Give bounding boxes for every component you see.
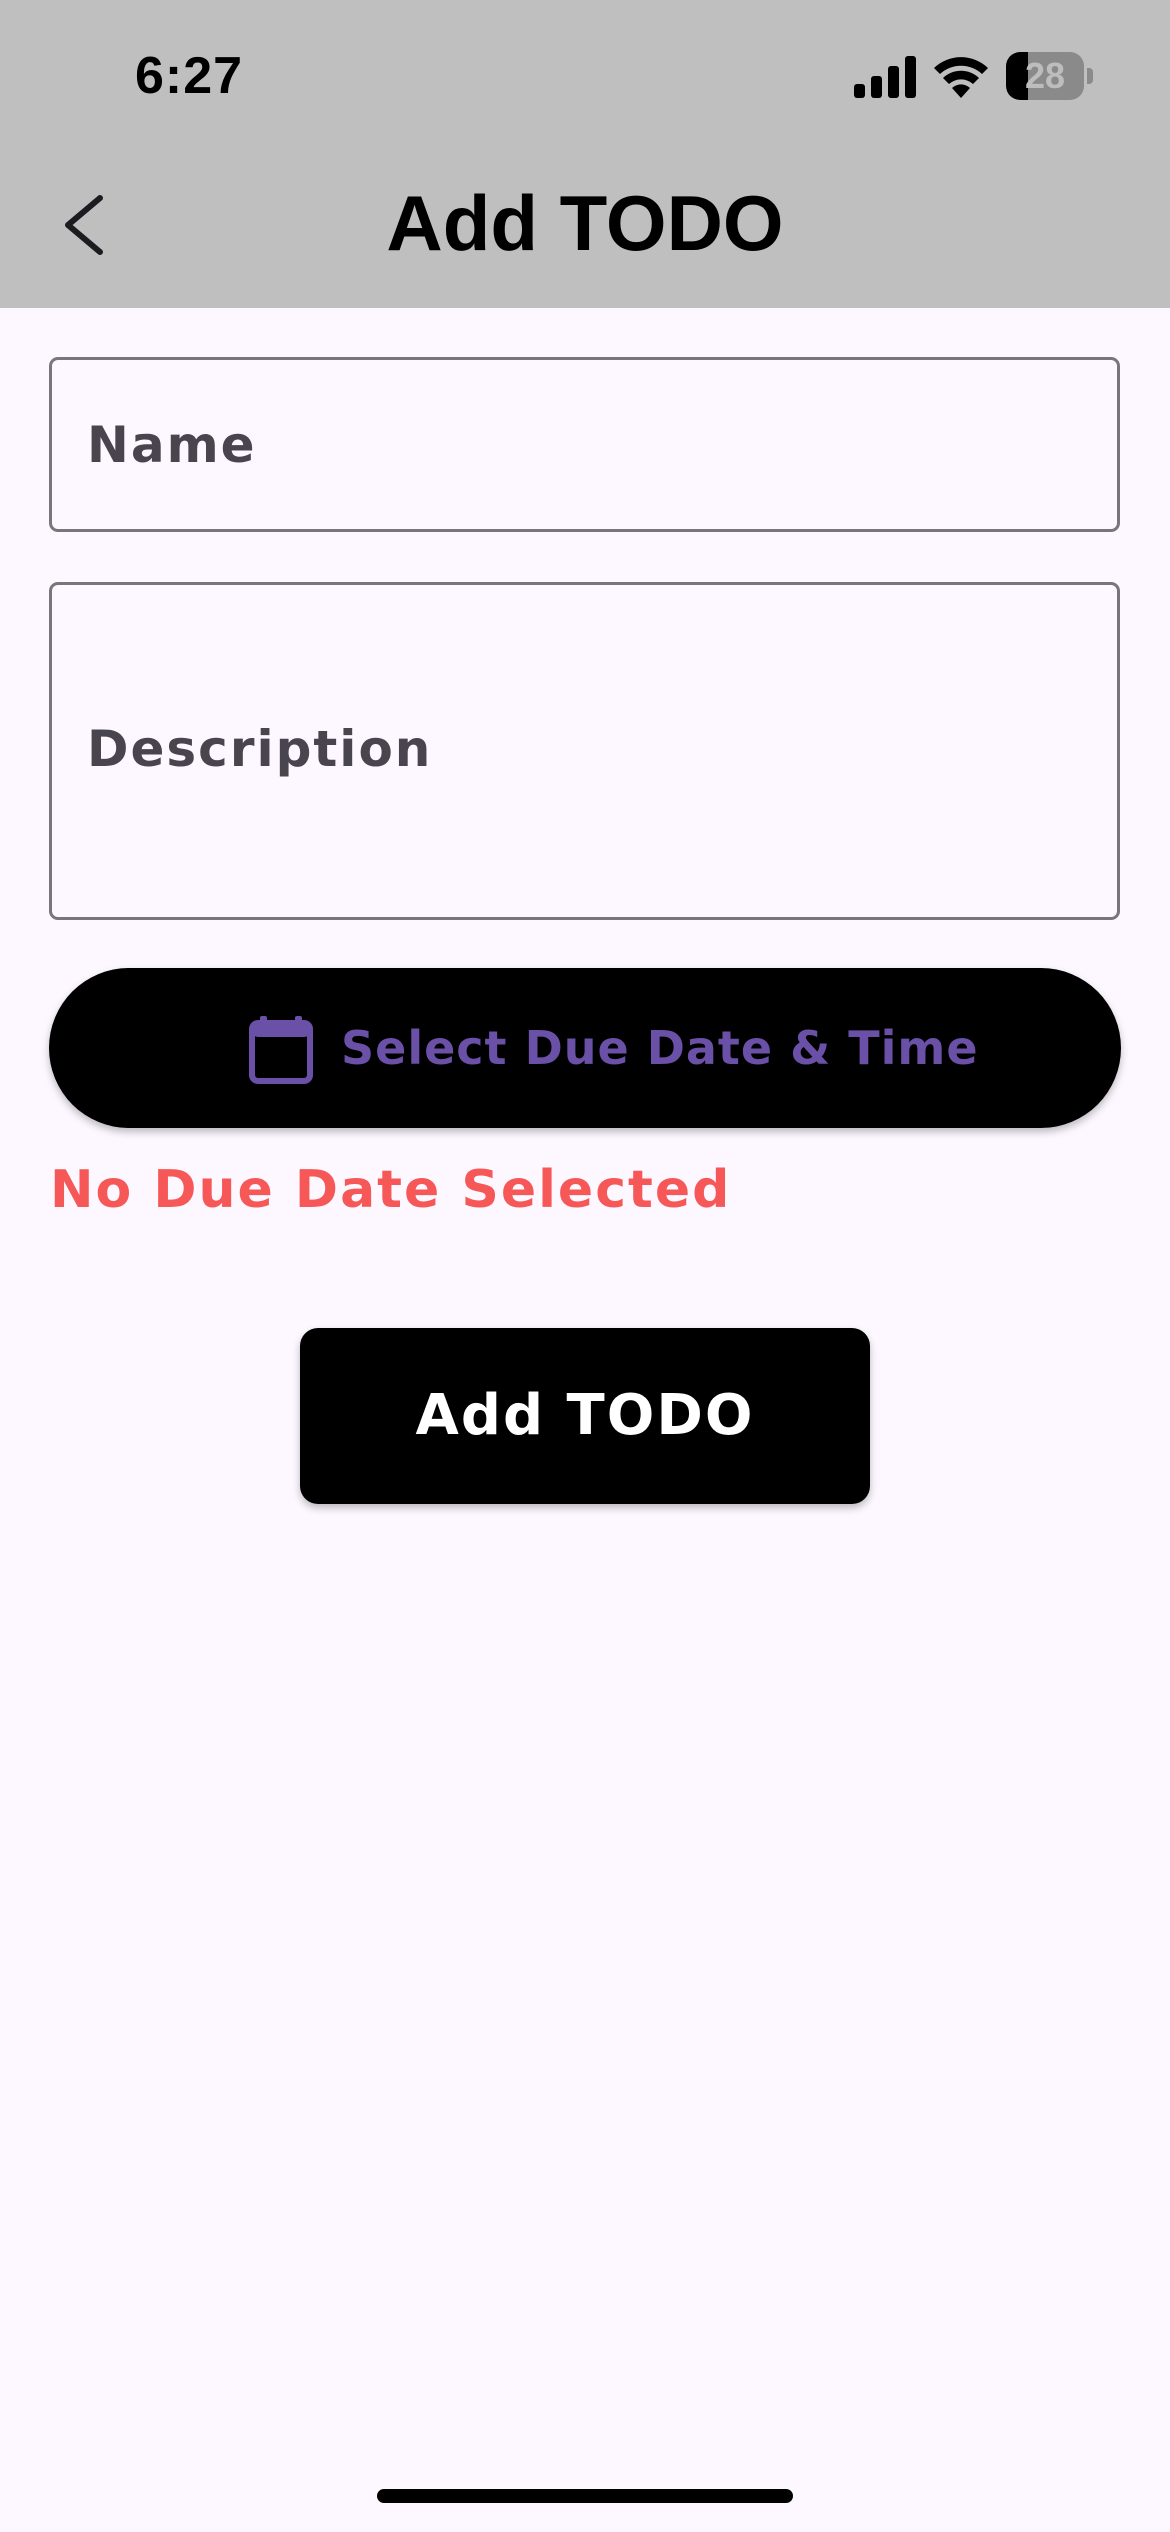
select-due-date-button[interactable]: Select Due Date & Time [49,968,1121,1128]
wifi-icon [934,57,988,98]
description-field-container [49,582,1120,920]
select-due-date-label: Select Due Date & Time [341,1021,979,1075]
status-time: 6:27 [135,47,244,105]
signal-icon [854,56,916,98]
home-indicator[interactable] [377,2489,793,2503]
calendar-icon [249,1016,313,1084]
add-todo-button-label: Add TODO [415,1383,755,1448]
app-header: 6:27 28 Add TODO [0,0,1170,308]
description-input[interactable] [52,585,1117,917]
due-date-status: No Due Date Selected [50,1160,732,1220]
page-title: Add TODO [386,179,784,267]
name-input[interactable] [52,360,1117,529]
name-field-container [49,357,1120,532]
battery-level: 28 [1024,55,1066,96]
battery-icon: 28 [1006,52,1094,100]
add-todo-button[interactable]: Add TODO [300,1328,870,1504]
